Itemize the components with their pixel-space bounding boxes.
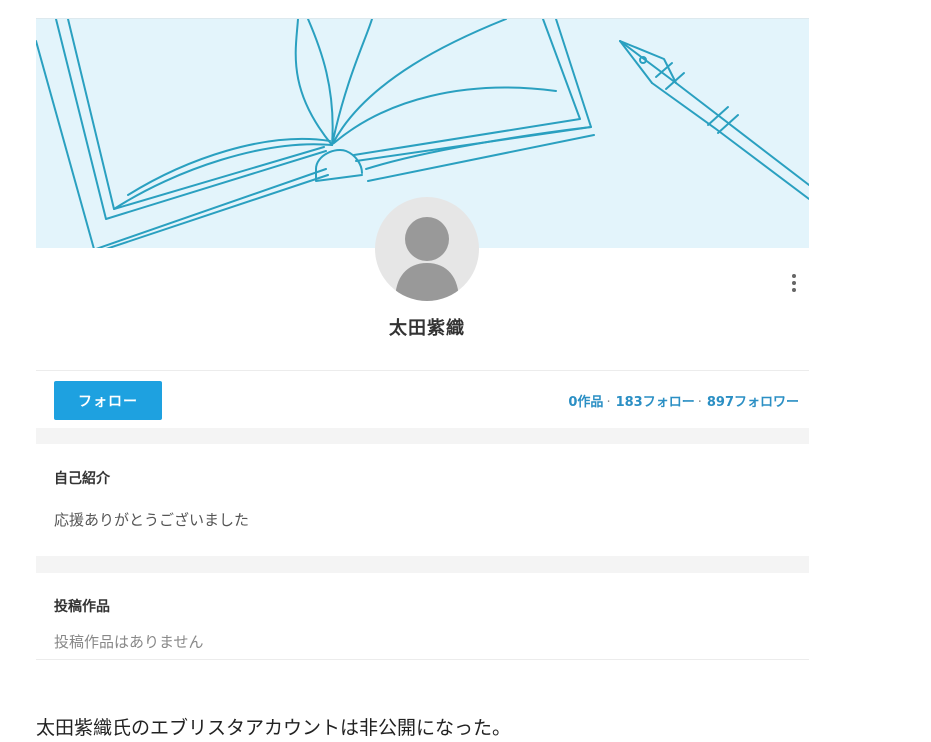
stats: 0作品 · 183フォロー · 897フォロワー bbox=[568, 391, 799, 410]
menu-dot bbox=[792, 274, 796, 278]
default-user-icon bbox=[395, 217, 459, 301]
intro-text: 応援ありがとうございました bbox=[54, 511, 250, 529]
works-empty-text: 投稿作品はありません bbox=[54, 633, 204, 651]
stats-separator: · bbox=[606, 395, 611, 410]
profile-card: 太田紫織 フォロー 0作品 · 183フォロー · 897フォロワー 自己紹介 応援あり… bbox=[36, 18, 809, 660]
intro-title: 自己紹介 bbox=[54, 471, 110, 487]
action-bar: フォロー 0作品 · 183フォロー · 897フォロワー bbox=[36, 371, 809, 428]
caption: 太田紫織氏のエブリスタアカウントは非公開になった。 bbox=[36, 717, 512, 739]
more-vertical-icon[interactable] bbox=[784, 270, 804, 296]
stats-separator: · bbox=[697, 395, 702, 410]
username: 太田紫織 bbox=[389, 318, 465, 339]
avatar bbox=[375, 197, 479, 301]
following-count-link[interactable]: 183フォロー bbox=[616, 395, 695, 410]
screenshot: 太田紫織 フォロー 0作品 · 183フォロー · 897フォロワー 自己紹介 応援あり… bbox=[0, 0, 931, 742]
works-section: 投稿作品 投稿作品はありません bbox=[36, 573, 809, 660]
menu-dot bbox=[792, 281, 796, 285]
intro-section: 自己紹介 応援ありがとうございました bbox=[36, 444, 809, 556]
followers-count-link[interactable]: 897フォロワー bbox=[707, 395, 799, 410]
follow-button[interactable]: フォロー bbox=[54, 381, 162, 420]
menu-dot bbox=[792, 288, 796, 292]
works-title: 投稿作品 bbox=[54, 599, 110, 615]
works-count-link[interactable]: 0作品 bbox=[568, 395, 603, 410]
